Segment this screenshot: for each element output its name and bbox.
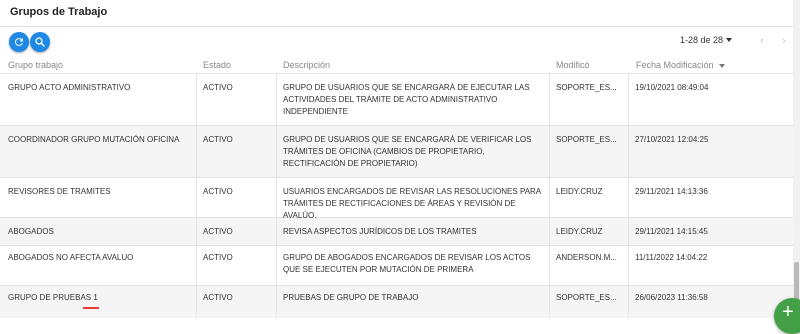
search-button[interactable] [30,32,50,52]
cell-estado: ACTIVO [203,293,233,302]
column-header-modifico-label: Modificó [556,60,590,70]
cell-grupo: COORDINADOR GRUPO MUTACIÓN OFICINA [8,135,180,144]
cell-estado: ACTIVO [203,227,233,236]
cell-grupo: ABOGADOS [8,227,54,236]
cell-descripcion: USUARIOS ENCARGADOS DE REVISAR LAS RESOL… [283,187,541,220]
cell-modifico: LEIDY.CRUZ [556,227,603,236]
cell-descripcion: GRUPO DE USUARIOS QUE SE ENCARGARÁ DE EJ… [283,83,530,116]
add-group-button[interactable]: + [774,298,800,334]
page-header: Grupos de Trabajo [0,0,800,27]
column-header-grupo-label: Grupo trabajo [8,60,64,70]
page-title: Grupos de Trabajo [10,6,108,18]
column-header-modifico[interactable]: Modificó [556,60,590,70]
column-header-grupo[interactable]: Grupo trabajo [8,60,63,70]
cell-fecha: 29/11/2021 14:13:36 [635,187,708,196]
refresh-button[interactable] [9,32,29,52]
toolbar: 1-28 de 28 ‹ › [0,27,800,57]
caret-down-icon [726,38,732,42]
column-header-estado-label: Estado [203,60,232,70]
pagination-range-dropdown[interactable]: 1-28 de 28 [680,35,732,45]
cell-modifico: SOPORTE_ES... [556,83,617,92]
table-row[interactable]: GRUPO ACTO ADMINISTRATIVO ACTIVO GRUPO D… [0,74,793,126]
column-divider [549,74,550,318]
cell-fecha: 26/06/2023 11:36:58 [635,293,708,302]
column-divider [628,74,629,318]
plus-icon: + [782,301,794,323]
cell-descripcion: REVISA ASPECTOS JURÍDICOS DE LOS TRAMITE… [283,227,477,236]
cell-descripcion: GRUPO DE USUARIOS QUE SE ENCARGARÁ DE VE… [283,135,532,168]
cell-descripcion: GRUPO DE ABOGADOS ENCARGADOS DE REVISAR … [283,253,531,274]
cell-fecha: 11/11/2022 14:04:22 [635,253,708,262]
cell-fecha: 19/10/2021 08:49:04 [635,83,709,92]
cell-estado: ACTIVO [203,135,233,144]
column-header-descripcion-label: Descripción [283,60,331,70]
table-row[interactable]: ABOGADOS ACTIVO REVISA ASPECTOS JURÍDICO… [0,218,793,246]
chevron-right-icon[interactable]: › [782,35,786,47]
cell-grupo: GRUPO DE PRUEBAS 1 [8,293,98,302]
sort-desc-icon [719,63,726,68]
cell-modifico: ANDERSON.M... [556,253,617,262]
cell-descripcion: PRUEBAS DE GRUPO DE TRABAJO [283,293,419,302]
table-row[interactable]: REVISORES DE TRAMITES ACTIVO USUARIOS EN… [0,178,793,220]
annotation-underline [83,307,99,309]
cell-estado: ACTIVO [203,253,233,262]
pagination-range: 1-28 de 28 [679,35,723,45]
table-row[interactable]: GRUPO DE PRUEBAS 1 ACTIVO PRUEBAS DE GRU… [0,286,793,318]
cell-grupo: GRUPO ACTO ADMINISTRATIVO [8,83,131,92]
cell-fecha: 27/10/2021 12:04:25 [635,135,709,144]
search-icon [35,37,45,47]
column-divider [276,74,277,318]
column-header-fecha-label: Fecha Modificación [636,60,714,70]
cell-modifico: LEIDY.CRUZ [556,187,603,196]
column-divider [196,74,197,318]
cell-grupo: ABOGADOS NO AFECTA AVALUO [8,253,134,262]
cell-fecha: 29/11/2021 14:15:45 [635,227,708,236]
cell-estado: ACTIVO [203,187,233,196]
cell-grupo: REVISORES DE TRAMITES [8,187,111,196]
column-header-fecha[interactable]: Fecha Modificación [636,60,726,70]
cell-modifico: SOPORTE_ES... [556,293,617,302]
cell-modifico: SOPORTE_ES... [556,135,617,144]
column-header-descripcion[interactable]: Descripción [283,60,330,70]
chevron-left-icon[interactable]: ‹ [760,35,764,47]
table-row[interactable]: ABOGADOS NO AFECTA AVALUO ACTIVO GRUPO D… [0,246,793,286]
column-header-estado[interactable]: Estado [203,60,231,70]
table-row[interactable]: COORDINADOR GRUPO MUTACIÓN OFICINA ACTIV… [0,126,793,178]
refresh-icon [15,38,23,46]
cell-estado: ACTIVO [203,83,233,92]
